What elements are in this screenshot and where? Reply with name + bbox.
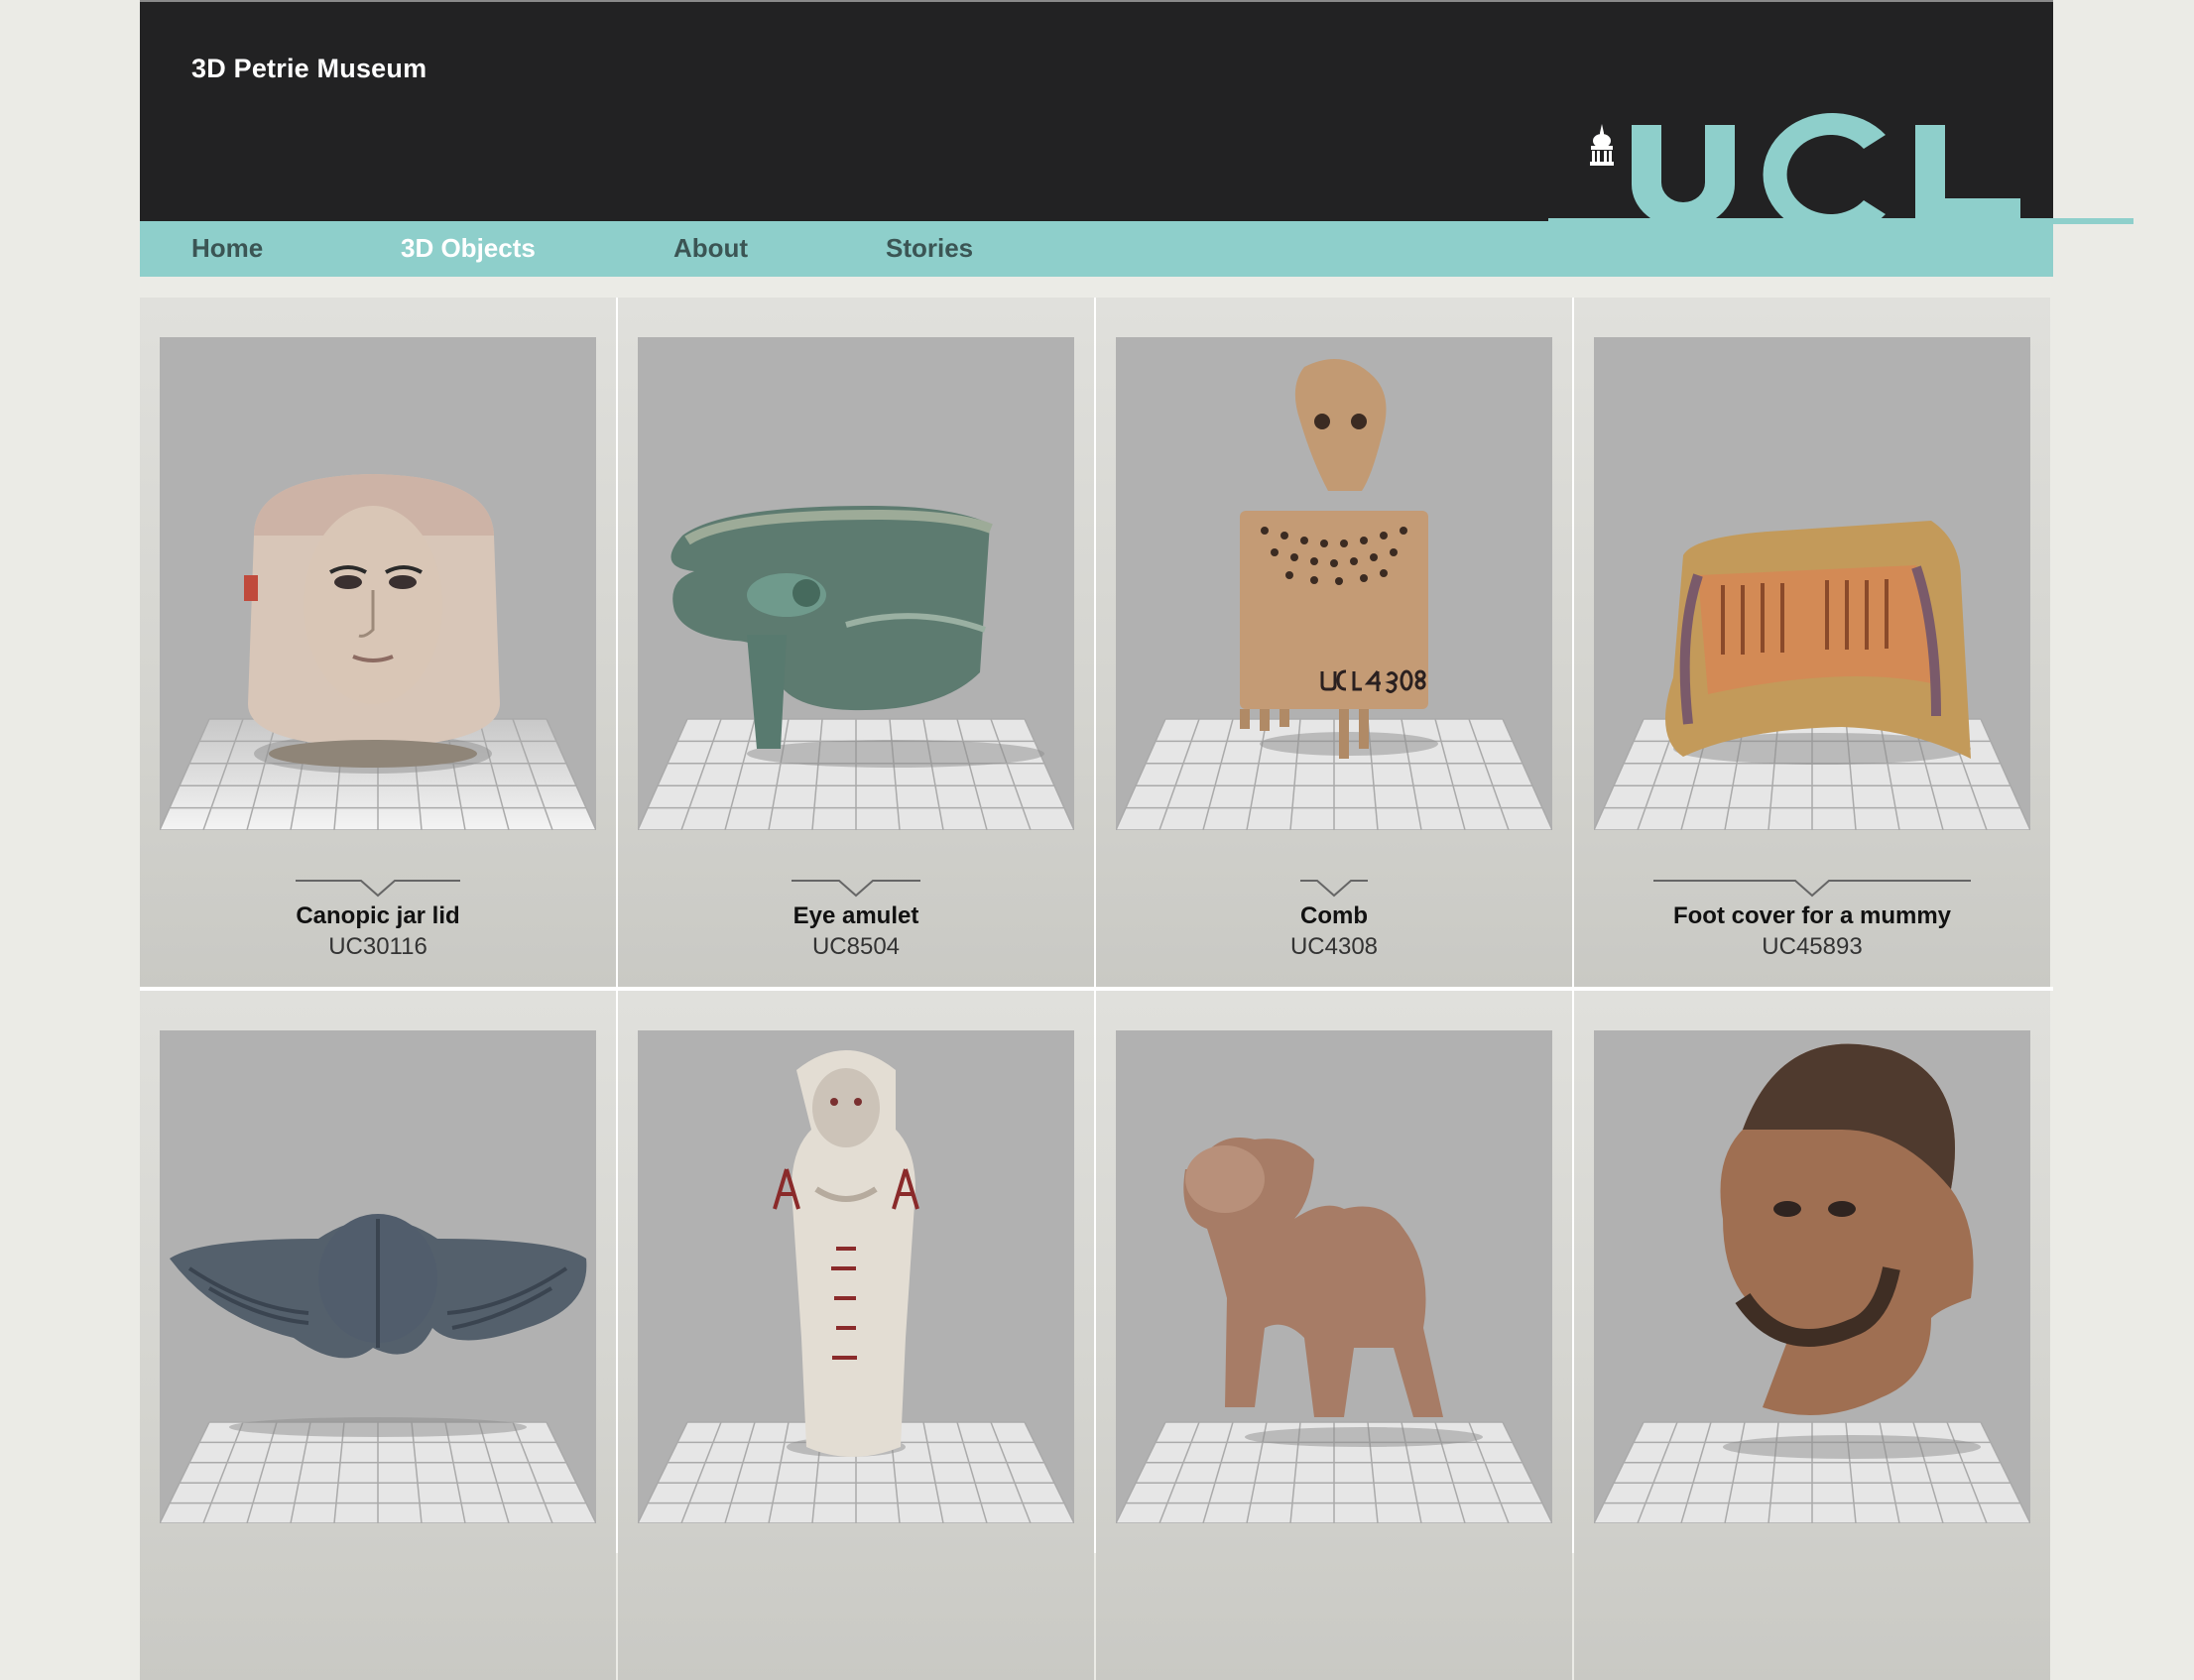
object-card-foot-cover[interactable]: Foot cover for a mummy UC45893 <box>1574 298 2050 987</box>
nav-about[interactable]: About <box>673 233 748 264</box>
object-accession: UC8504 <box>811 933 901 960</box>
object-accession: UC45893 <box>1762 933 1863 960</box>
main-nav: Home 3D Objects About Stories <box>140 221 2053 277</box>
object-thumbnail[interactable] <box>1594 1030 2030 1523</box>
object-thumbnail[interactable] <box>160 337 596 830</box>
site-header: 3D Petrie Museum <box>140 0 2133 224</box>
object-title[interactable]: Foot cover for a mummy <box>1574 902 2050 930</box>
object-accession: UC30116 <box>328 933 427 960</box>
camel-figure-icon <box>1183 1138 1483 1447</box>
object-card-comb[interactable]: Comb UC4308 <box>1096 298 1572 987</box>
ucl-logo[interactable] <box>1548 113 2133 224</box>
nav-3d-objects[interactable]: 3D Objects <box>401 233 536 264</box>
object-card-canopic-jar-lid[interactable]: Canopic jar lid UC30116 <box>140 298 616 987</box>
object-card-winged-scarab[interactable] <box>140 991 616 1680</box>
object-card-shabti[interactable] <box>618 991 1094 1680</box>
caret-divider <box>296 880 460 898</box>
object-card-bearded-head[interactable] <box>1574 991 2050 1680</box>
object-title[interactable]: Eye amulet <box>618 902 1094 930</box>
site-title[interactable]: 3D Petrie Museum <box>191 54 427 84</box>
objects-grid: Canopic jar lid UC30116 Eye amulet UC850… <box>140 298 2053 1680</box>
winged-scarab-icon <box>170 1214 587 1437</box>
object-thumbnail[interactable] <box>638 1030 1074 1523</box>
nav-stories[interactable]: Stories <box>886 233 973 264</box>
bearded-head-icon <box>1720 1043 1981 1459</box>
caret-divider <box>792 880 920 898</box>
object-thumbnail[interactable] <box>638 337 1074 830</box>
object-card-camel[interactable] <box>1096 991 1572 1680</box>
object-title[interactable]: Canopic jar lid <box>140 902 616 930</box>
portico-icon <box>1590 124 1614 166</box>
object-title[interactable]: Comb <box>1096 902 1572 930</box>
object-thumbnail[interactable] <box>1594 337 2030 830</box>
comb-icon <box>1240 359 1438 759</box>
caret-divider <box>1300 880 1368 898</box>
canopic-jar-lid-icon <box>244 474 500 774</box>
shabti-figure-icon <box>773 1050 919 1457</box>
object-accession: UC4308 <box>1289 933 1379 960</box>
page: 3D Petrie Museum Home 3D Objects About S… <box>140 0 2133 1680</box>
ucl-logo-wordmark-icon <box>1548 113 2133 224</box>
object-card-eye-amulet[interactable]: Eye amulet UC8504 <box>618 298 1094 987</box>
object-thumbnail[interactable] <box>1116 337 1552 830</box>
object-thumbnail[interactable] <box>160 1030 596 1523</box>
caret-divider <box>1653 880 1971 898</box>
nav-home[interactable]: Home <box>191 233 263 264</box>
object-thumbnail[interactable] <box>1116 1030 1552 1523</box>
